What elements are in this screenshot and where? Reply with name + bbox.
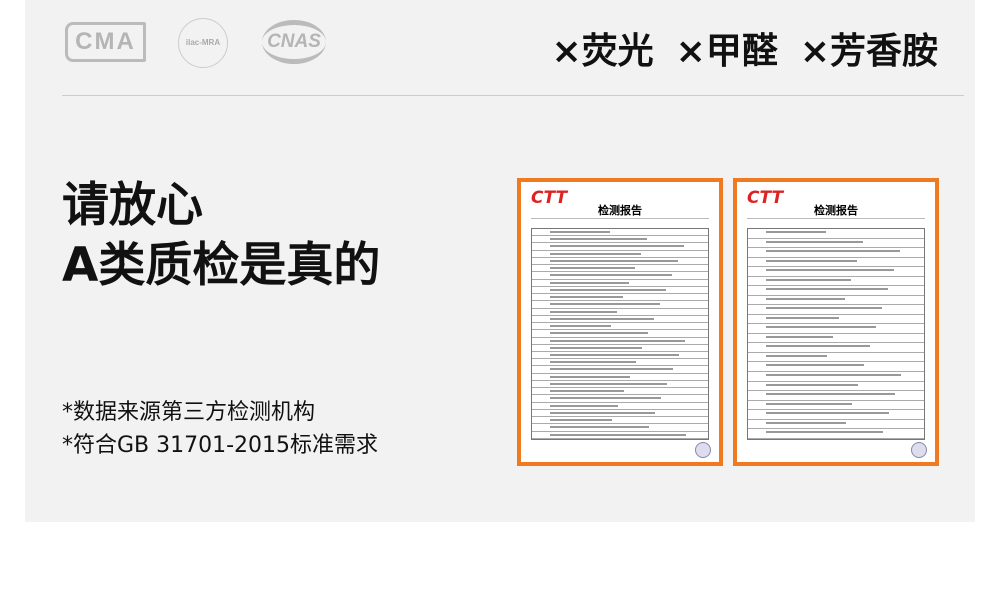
table-row	[532, 381, 708, 389]
report-table	[747, 228, 925, 440]
headline: 请放心 A类质检是真的	[62, 176, 380, 296]
table-row	[532, 294, 708, 302]
cma-logo: CMA	[65, 22, 146, 62]
note-source: *数据来源第三方检测机构	[62, 400, 316, 425]
table-row	[532, 395, 708, 403]
table-row	[532, 424, 708, 432]
table-row	[748, 410, 924, 420]
table-row	[532, 323, 708, 331]
table-row	[748, 362, 924, 372]
table-row	[532, 374, 708, 381]
report-meta	[747, 218, 925, 222]
table-row	[748, 305, 924, 315]
note-standard: *符合GB 31701-2015标准需求	[62, 433, 379, 458]
notes: *数据来源第三方检测机构 *符合GB 31701-2015标准需求	[62, 396, 378, 462]
table-row	[748, 420, 924, 430]
seal-icon	[695, 442, 711, 458]
table-row	[748, 334, 924, 344]
claim-no-fluorescent: ×荧光	[551, 31, 654, 72]
table-row	[532, 330, 708, 338]
report-title: 检测报告	[598, 204, 642, 217]
table-row	[748, 353, 924, 363]
table-row	[532, 258, 708, 266]
table-row	[748, 401, 924, 411]
claim-no-formaldehyde: ×甲醛	[675, 31, 778, 72]
table-row	[748, 296, 924, 306]
ilac-mra-logo: ilac-MRA	[178, 18, 228, 68]
table-row	[532, 265, 708, 273]
table-row	[748, 277, 924, 287]
table-row	[532, 301, 708, 309]
headline-line-2: A类质检是真的	[62, 238, 381, 293]
table-row	[748, 429, 924, 439]
table-row	[532, 403, 708, 410]
table-row	[532, 316, 708, 324]
table-row	[748, 229, 924, 239]
table-row	[748, 267, 924, 277]
table-row	[748, 382, 924, 392]
table-row	[748, 239, 924, 249]
table-row	[748, 258, 924, 268]
table-row	[748, 324, 924, 334]
table-row	[532, 236, 708, 244]
table-row	[532, 366, 708, 374]
table-row	[532, 410, 708, 418]
headline-line-1: 请放心	[62, 178, 203, 233]
table-row	[748, 391, 924, 401]
divider	[62, 95, 964, 96]
table-row	[532, 272, 708, 280]
report-table	[531, 228, 709, 440]
table-row	[532, 359, 708, 367]
table-row	[748, 286, 924, 296]
table-row	[748, 343, 924, 353]
table-row	[532, 417, 708, 425]
table-row	[532, 309, 708, 316]
report-title: 检测报告	[814, 204, 858, 217]
table-row	[532, 229, 708, 237]
table-row	[532, 338, 708, 345]
table-row	[532, 251, 708, 258]
table-row	[532, 345, 708, 352]
table-row	[748, 315, 924, 325]
claim-no-aromatic-amine: ×芳香胺	[799, 31, 938, 72]
test-report-2[interactable]: CTT 检测报告	[733, 178, 939, 466]
table-row	[748, 248, 924, 258]
report-meta	[531, 218, 709, 222]
table-row	[532, 432, 708, 439]
seal-icon	[911, 442, 927, 458]
table-row	[532, 287, 708, 295]
claims: ×荧光 ×甲醛 ×芳香胺	[551, 22, 938, 74]
table-row	[532, 280, 708, 287]
table-row	[532, 352, 708, 360]
cnas-logo: CNAS	[262, 20, 326, 64]
test-report-1[interactable]: CTT 检测报告	[517, 178, 723, 466]
table-row	[532, 388, 708, 396]
table-row	[748, 372, 924, 382]
table-row	[532, 243, 708, 251]
